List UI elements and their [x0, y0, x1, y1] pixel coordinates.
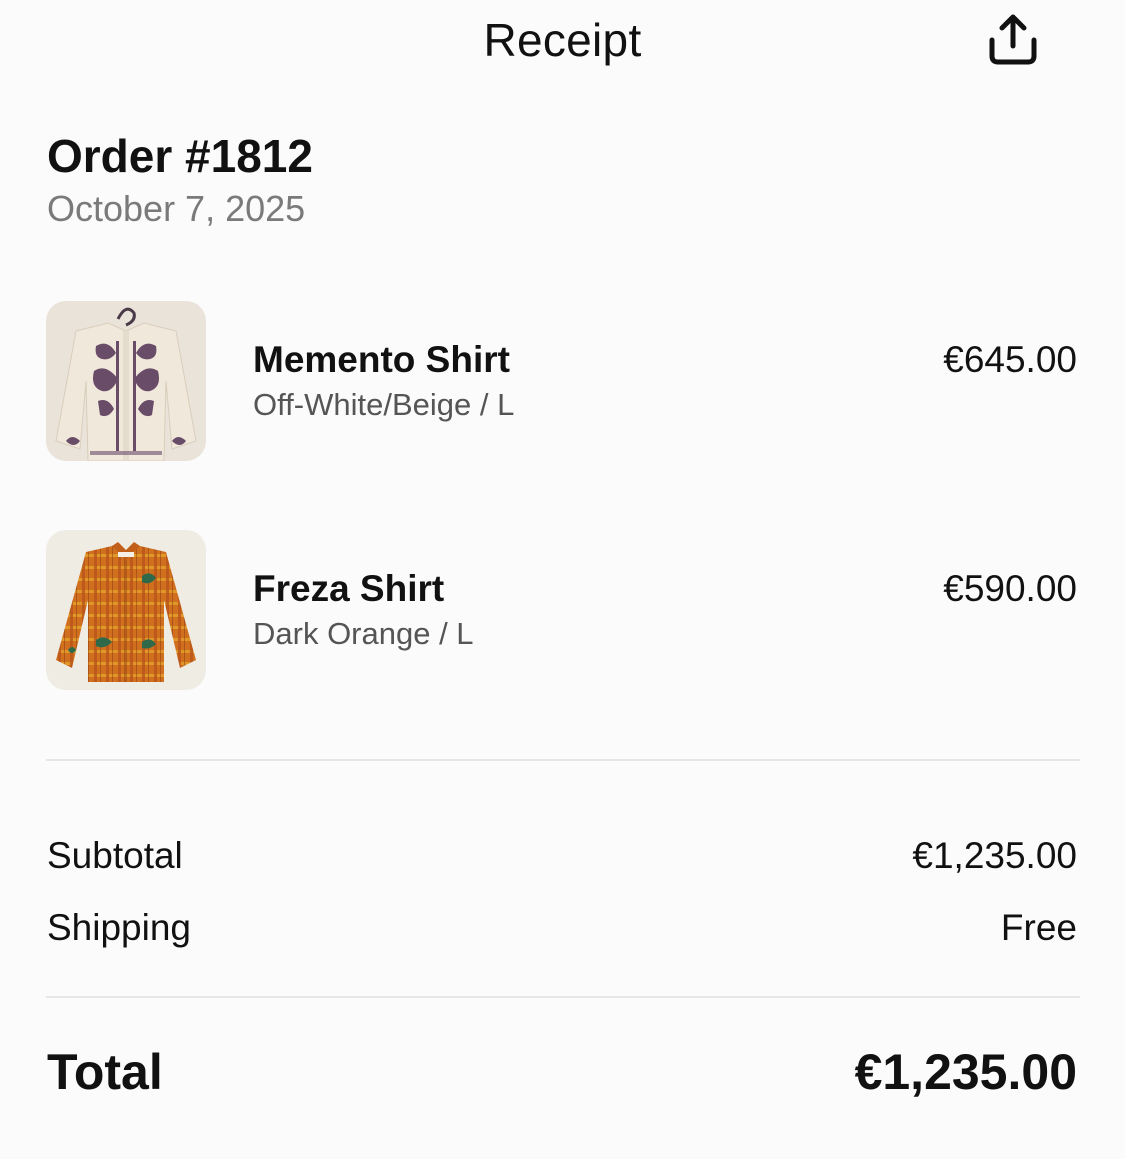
embroidered-shirt-image: [46, 301, 206, 461]
divider: [46, 759, 1080, 761]
product-name: Freza Shirt: [253, 568, 445, 609]
nav-header: Receipt: [0, 0, 1125, 80]
total-label: Total: [47, 1044, 163, 1100]
shipping-value: Free: [1000, 907, 1077, 948]
subtotal-row: Subtotal €1,235.00: [47, 832, 1077, 880]
divider: [46, 996, 1080, 998]
subtotal-value: €1,235.00: [912, 835, 1077, 876]
product-thumbnail[interactable]: [46, 530, 206, 690]
total-row: Total €1,235.00: [47, 1042, 1077, 1102]
product-price: €590.00: [943, 568, 1077, 609]
shipping-label: Shipping: [47, 907, 192, 948]
product-name: Memento Shirt: [253, 339, 510, 380]
line-item[interactable]: Freza Shirt Dark Orange / L €590.00: [0, 530, 1125, 690]
product-variant: Dark Orange / L: [253, 616, 474, 651]
page-title: Receipt: [483, 14, 642, 66]
subtotal-label: Subtotal: [47, 835, 183, 876]
product-thumbnail[interactable]: [46, 301, 206, 461]
share-button[interactable]: [982, 12, 1044, 68]
order-number: Order #1812: [47, 130, 313, 182]
product-price: €645.00: [943, 339, 1077, 380]
total-value: €1,235.00: [854, 1044, 1077, 1100]
line-item[interactable]: Memento Shirt Off-White/Beige / L €645.0…: [0, 301, 1125, 461]
shipping-row: Shipping Free: [47, 904, 1077, 952]
share-icon: [989, 14, 1037, 65]
order-date: October 7, 2025: [47, 188, 306, 229]
product-variant: Off-White/Beige / L: [253, 387, 515, 422]
plaid-shirt-image: [46, 530, 206, 690]
